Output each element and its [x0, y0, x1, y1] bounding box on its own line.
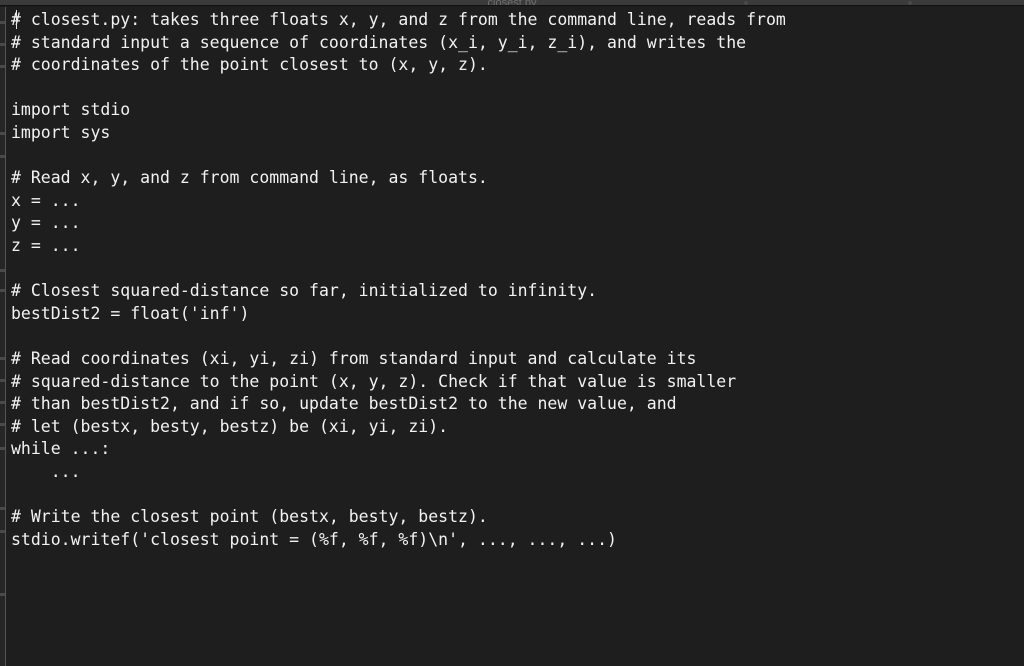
window-chrome-dot[interactable] [744, 1, 748, 5]
text-caret [16, 10, 17, 29]
code-line[interactable]: # let (bestx, besty, bestz) be (xi, yi, … [11, 416, 1024, 439]
code-line[interactable]: # Closest squared-distance so far, initi… [11, 280, 1024, 303]
code-line[interactable] [11, 483, 1024, 506]
code-line[interactable]: y = ... [11, 212, 1024, 235]
code-line[interactable]: # squared-distance to the point (x, y, z… [11, 371, 1024, 394]
code-line[interactable]: # Read coordinates (xi, yi, zi) from sta… [11, 348, 1024, 371]
code-line[interactable]: bestDist2 = float('inf') [11, 303, 1024, 326]
code-line[interactable]: while ...: [11, 438, 1024, 461]
code-line[interactable]: x = ... [11, 190, 1024, 213]
code-editor-window: closest.py # closest.py: takes three flo… [0, 0, 1024, 666]
code-line[interactable]: stdio.writef('closest point = (%f, %f, %… [11, 529, 1024, 552]
code-line[interactable]: # closest.py: takes three floats x, y, a… [11, 9, 1024, 32]
code-line[interactable]: ... [11, 461, 1024, 484]
window-titlebar[interactable]: closest.py [0, 0, 1024, 6]
code-line[interactable] [11, 145, 1024, 168]
code-line[interactable] [11, 258, 1024, 281]
code-line[interactable]: # than bestDist2, and if so, update best… [11, 393, 1024, 416]
code-line[interactable]: import sys [11, 122, 1024, 145]
editor-body[interactable]: # closest.py: takes three floats x, y, a… [0, 7, 1024, 666]
window-title: closest.py [487, 0, 537, 6]
code-line[interactable]: import stdio [11, 99, 1024, 122]
code-text-area[interactable]: # closest.py: takes three floats x, y, a… [6, 7, 1024, 666]
code-line[interactable]: # Write the closest point (bestx, besty,… [11, 506, 1024, 529]
code-line[interactable]: # coordinates of the point closest to (x… [11, 54, 1024, 77]
code-line[interactable] [11, 77, 1024, 100]
code-line[interactable]: # standard input a sequence of coordinat… [11, 32, 1024, 55]
window-chrome-dot[interactable] [908, 1, 912, 5]
code-line[interactable]: # Read x, y, and z from command line, as… [11, 167, 1024, 190]
code-line[interactable] [11, 325, 1024, 348]
code-line[interactable]: z = ... [11, 235, 1024, 258]
